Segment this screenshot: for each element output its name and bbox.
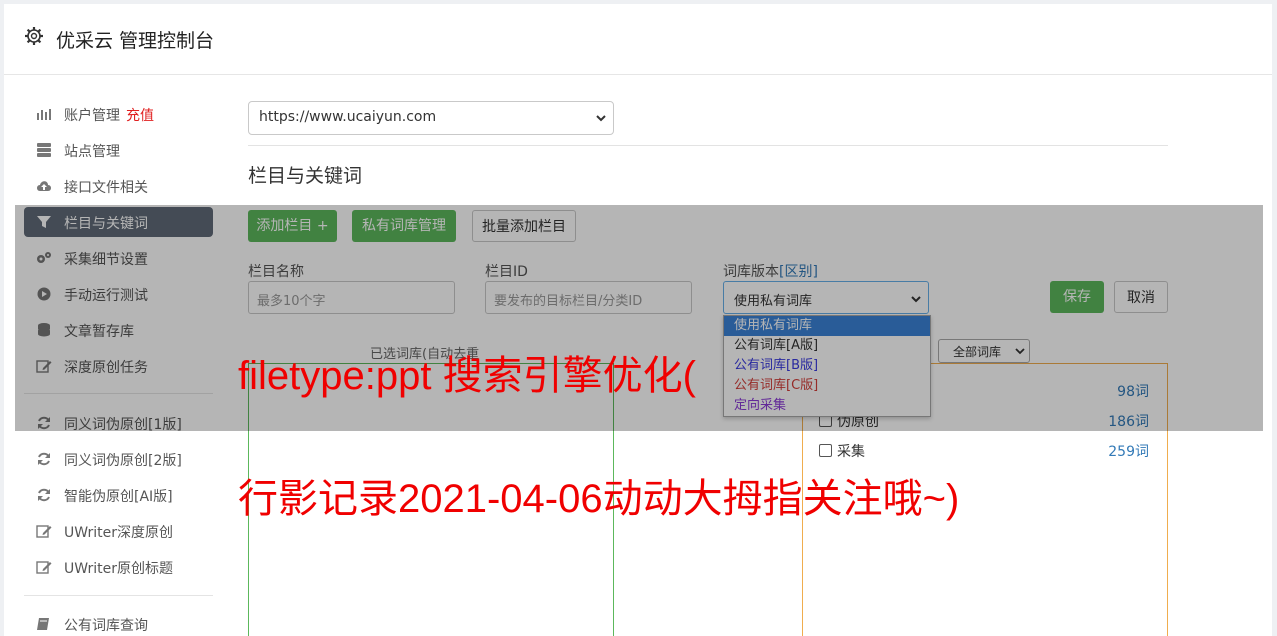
version-dropdown: 使用私有词库 公有词库[A版] 公有词库[B版] 公有词库[C版] 定向采集 [723,315,931,417]
cancel-button[interactable]: 取消 [1114,281,1168,313]
gear-icon [25,27,43,45]
lib-checkbox[interactable] [819,444,832,457]
sidebar-item-label: 栏目与关键词 [64,216,148,232]
lib-filter-value: 全部词库 [953,345,1002,359]
site-select-value: https://www.ucaiyun.com [259,109,437,125]
version-select-value: 使用私有词库 [734,294,813,309]
edit-icon [36,561,52,574]
column-name-input[interactable]: 最多10个字 [248,281,455,314]
version-label-text: 词库版本 [723,264,779,280]
section-title: 栏目与关键词 [248,165,363,187]
sidebar-item-interface[interactable]: 接口文件相关 [24,171,213,201]
lib-filter-select[interactable]: 全部词库 [938,339,1030,363]
watermark-line-1: filetype:ppt 搜索引擎优化( [238,354,696,398]
sidebar-item-label: 手动运行测试 [64,288,148,304]
sidebar-item-uwriter-title[interactable]: UWriter原创标题 [24,552,213,582]
chevron-down-icon [911,296,921,303]
sidebar-item-public-lib[interactable]: 公有词库查询 [24,609,213,636]
sidebar-item-collect-settings[interactable]: 采集细节设置 [24,243,213,273]
sidebar-item-synonym-v1[interactable]: 同义词伪原创[1版] [24,408,213,438]
sidebar-item-sites[interactable]: 站点管理 [24,135,213,165]
refresh-icon [38,488,50,502]
refresh-icon [38,416,50,430]
save-button[interactable]: 保存 [1050,281,1104,313]
version-select[interactable]: 使用私有词库 [723,281,929,314]
batch-add-column-button[interactable]: 批量添加栏目 [472,210,576,242]
recharge-link[interactable]: 充值 [126,108,154,124]
site-select[interactable]: https://www.ucaiyun.com [248,101,614,135]
column-id-label: 栏目ID [485,264,528,280]
sidebar-item-label: 接口文件相关 [64,180,148,196]
sidebar-item-label: UWriter深度原创 [64,525,173,541]
sidebar-item-synonym-v2[interactable]: 同义词伪原创[2版] [24,444,213,474]
sidebar-item-deep-original[interactable]: 深度原创任务 [24,351,213,381]
column-name-placeholder: 最多10个字 [257,294,326,309]
lib-name: 采集 [837,444,865,460]
edit-icon [36,525,52,538]
chevron-down-icon [596,115,606,122]
server-icon [37,143,51,157]
chevron-down-icon [1015,348,1025,355]
sidebar: 账户管理 充值 站点管理 接口文件相关 栏目与关键词 采集细节设置 手动运行测试 … [4,75,224,636]
sidebar-item-manual-run[interactable]: 手动运行测试 [24,279,213,309]
sidebar-item-uwriter-deep[interactable]: UWriter深度原创 [24,516,213,546]
watermark-line-2: 行影记录2021-04-06动动大拇指关注哦~) [238,477,960,521]
dropdown-option[interactable]: 公有词库[B版] [724,356,930,376]
book-icon [37,618,49,630]
version-label: 词库版本[区别] [723,261,818,281]
sidebar-item-label: 同义词伪原创[2版] [64,453,182,469]
play-circle-icon [37,287,51,301]
sidebar-item-label: UWriter原创标题 [64,561,173,577]
sidebar-item-label: 公有词库查询 [64,618,148,634]
divider [248,145,1168,146]
cogs-icon [37,252,51,263]
add-column-button[interactable]: 添加栏目 + [248,210,337,242]
sidebar-item-columns[interactable]: 栏目与关键词 [24,207,213,237]
column-id-placeholder: 要发布的目标栏目/分类ID [494,294,643,309]
sidebar-item-article-store[interactable]: 文章暂存库 [24,315,213,345]
lib-row[interactable]: 采集 259词 [819,440,1149,462]
lib-count: 98词 [1117,384,1149,400]
sidebar-item-label: 采集细节设置 [64,252,148,268]
sidebar-item-label: 智能伪原创[AI版] [64,489,173,505]
sidebar-item-label: 同义词伪原创[1版] [64,417,182,433]
version-diff-link[interactable]: [区别] [779,264,818,280]
sidebar-item-account[interactable]: 账户管理 充值 [24,99,213,129]
cloud-upload-icon [37,181,51,191]
sidebar-divider [24,393,213,394]
sidebar-divider [24,595,213,596]
dropdown-option[interactable]: 公有词库[C版] [724,376,930,396]
column-id-input[interactable]: 要发布的目标栏目/分类ID [485,281,692,314]
dropdown-option[interactable]: 使用私有词库 [724,316,930,336]
page-title: 优采云 管理控制台 [56,30,215,52]
lib-count: 186词 [1108,414,1149,430]
private-lib-button[interactable]: 私有词库管理 [352,210,456,242]
dropdown-option[interactable]: 公有词库[A版] [724,336,930,356]
filter-icon [37,216,51,228]
bar-chart-icon [37,109,51,120]
refresh-icon [38,452,50,466]
header: 优采云 管理控制台 [4,4,1272,75]
dropdown-option[interactable]: 定向采集 [724,396,930,416]
edit-icon [36,360,52,373]
sidebar-item-label: 文章暂存库 [64,324,134,340]
sidebar-item-label: 账户管理 [64,108,120,124]
sidebar-item-label: 深度原创任务 [64,360,148,376]
sidebar-item-label: 站点管理 [64,144,120,160]
database-icon [38,323,50,337]
lib-count: 259词 [1108,444,1149,460]
sidebar-item-ai-rewrite[interactable]: 智能伪原创[AI版] [24,480,213,510]
column-name-label: 栏目名称 [248,264,304,280]
